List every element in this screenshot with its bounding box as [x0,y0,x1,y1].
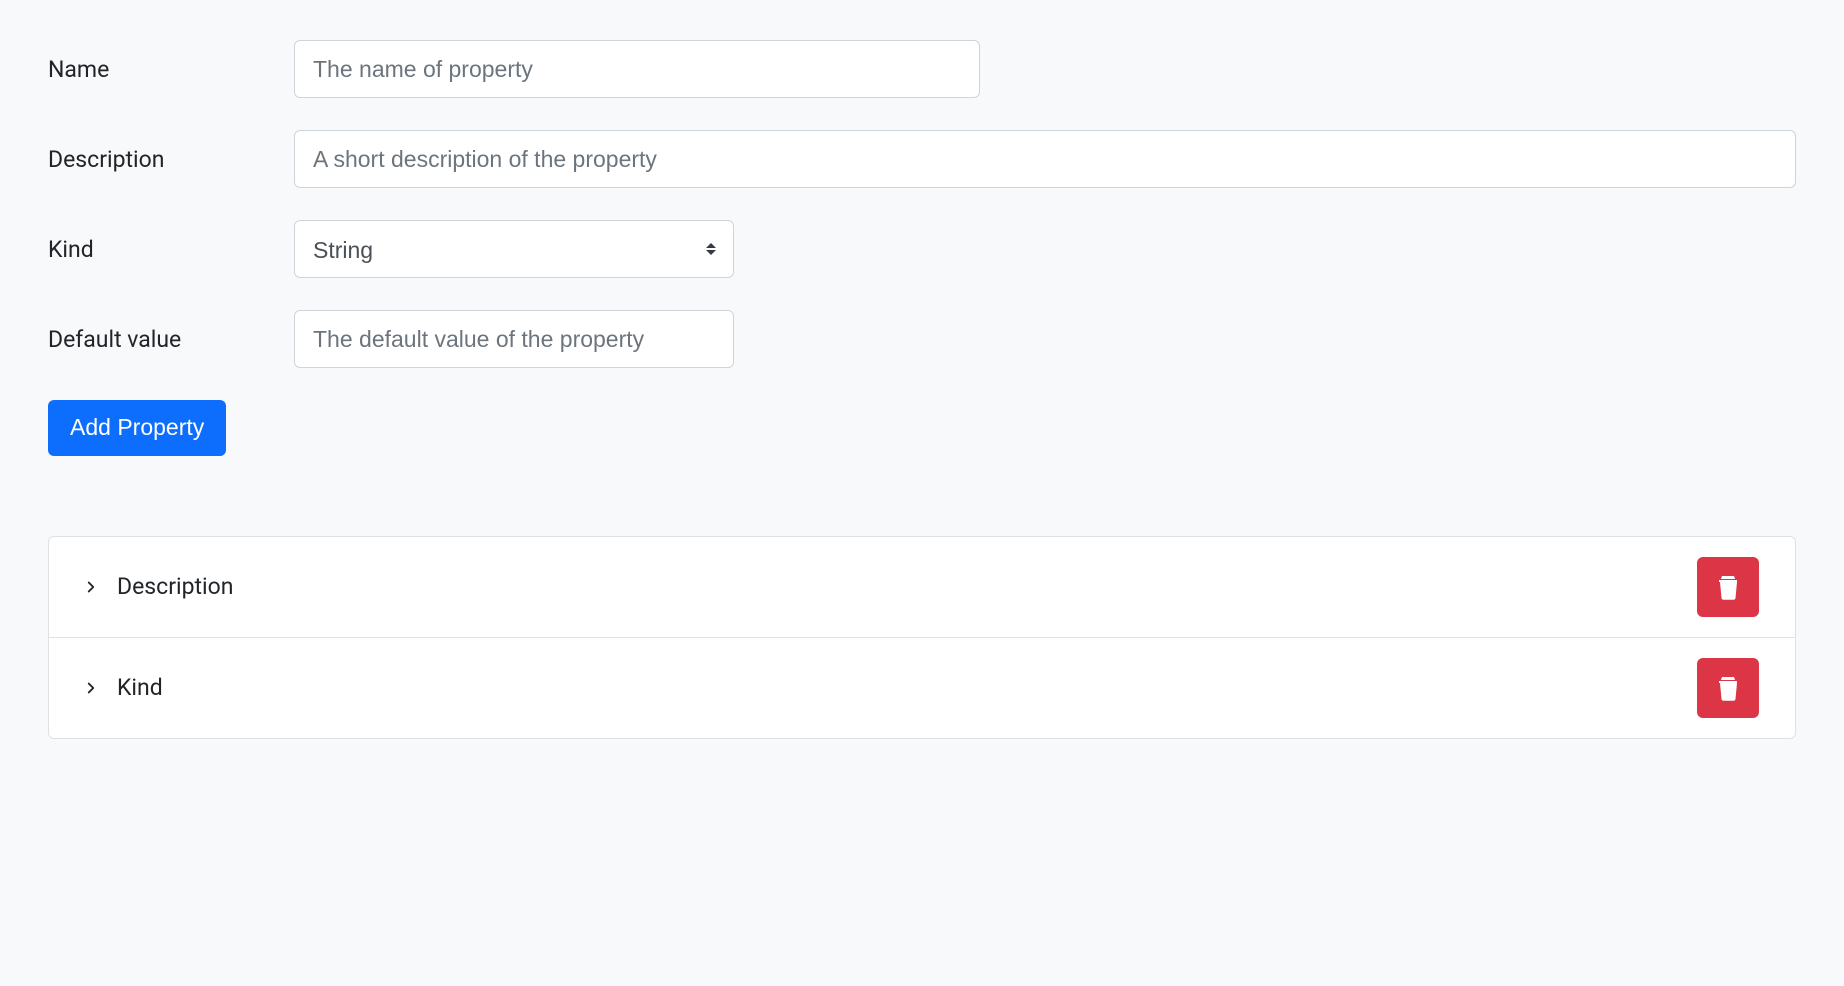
delete-property-button[interactable] [1697,557,1759,617]
default-value-input[interactable] [294,310,734,368]
default-value-label: Default value [48,326,294,353]
property-list: Description Kind [48,536,1796,739]
description-input[interactable] [294,130,1796,188]
name-input[interactable] [294,40,980,98]
property-item: Description [49,537,1795,638]
add-property-button[interactable]: Add Property [48,400,226,456]
property-toggle[interactable]: Kind [85,674,1697,701]
delete-property-button[interactable] [1697,658,1759,718]
kind-label: Kind [48,236,294,263]
property-item: Kind [49,638,1795,738]
trash-icon [1716,574,1740,600]
description-label: Description [48,146,294,173]
property-name-label: Kind [117,674,163,701]
kind-select[interactable]: String [294,220,734,278]
chevron-right-icon [85,682,97,694]
trash-icon [1716,675,1740,701]
property-toggle[interactable]: Description [85,573,1697,600]
chevron-right-icon [85,581,97,593]
property-name-label: Description [117,573,233,600]
name-label: Name [48,56,294,83]
